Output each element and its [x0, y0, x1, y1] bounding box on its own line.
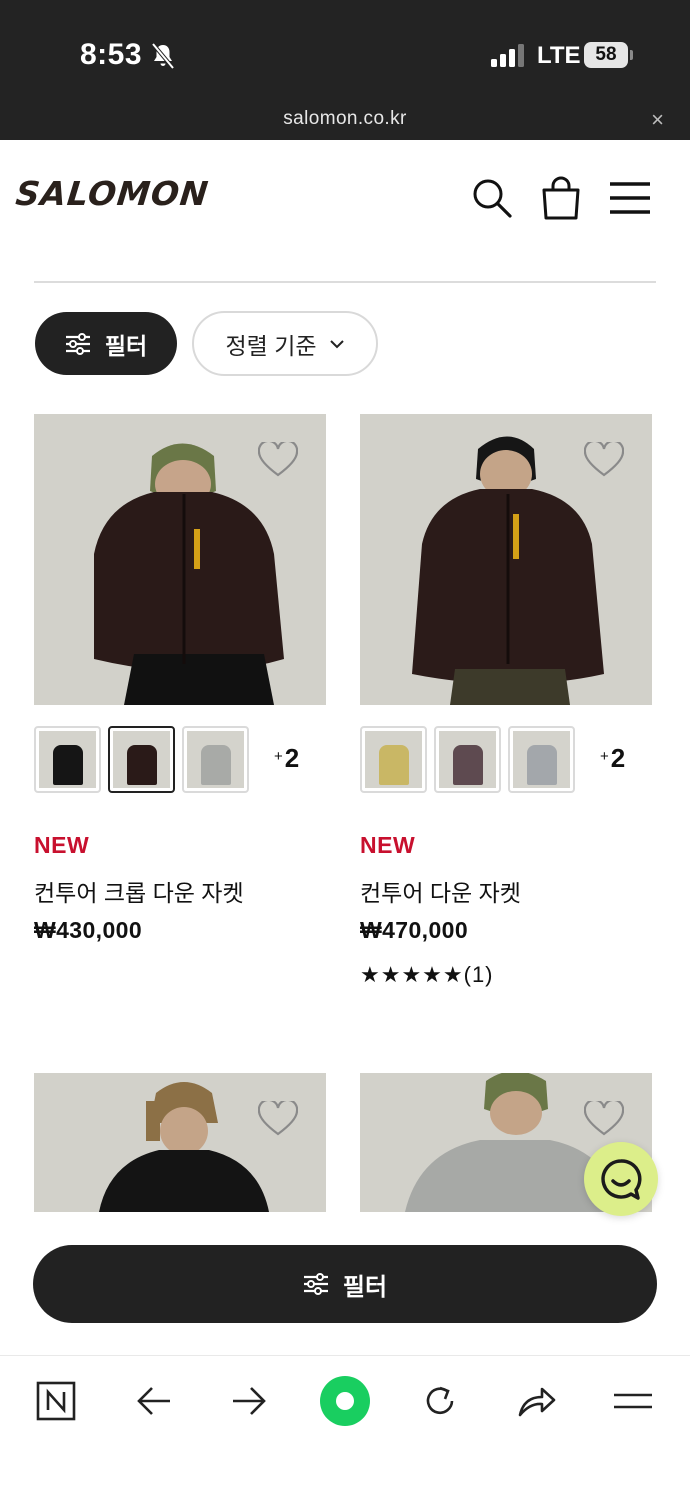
- share-icon[interactable]: [512, 1376, 562, 1426]
- brand-logo[interactable]: SALOMON: [14, 174, 211, 213]
- color-swatch[interactable]: [508, 726, 575, 793]
- battery-indicator: 58: [584, 42, 633, 68]
- product-image[interactable]: [360, 414, 652, 705]
- status-bar: 8:53 LTE 58: [0, 0, 690, 100]
- filter-button[interactable]: 필터: [35, 312, 177, 375]
- site-header: SALOMON: [0, 140, 690, 250]
- color-swatch[interactable]: [182, 726, 249, 793]
- filter-label: 필터: [104, 332, 148, 359]
- naver-n-icon[interactable]: [31, 1376, 81, 1426]
- product-price: ₩470,000: [360, 917, 469, 943]
- browser-nav-bar: [0, 1355, 690, 1500]
- bell-muted-icon: [151, 42, 175, 70]
- more-colors-count[interactable]: +2: [274, 743, 299, 774]
- wishlist-heart-icon[interactable]: [584, 442, 624, 478]
- reload-icon[interactable]: [415, 1376, 465, 1426]
- network-type: LTE: [537, 42, 581, 69]
- color-swatch-selected[interactable]: [108, 726, 175, 793]
- product-name[interactable]: 컨투어 다운 자켓: [360, 874, 521, 908]
- bottom-filter-button[interactable]: 필터: [33, 1245, 657, 1323]
- bag-icon[interactable]: [539, 176, 583, 220]
- search-icon[interactable]: [470, 176, 514, 220]
- status-time: 8:53: [80, 38, 143, 71]
- product-name[interactable]: 컨투어 크롭 다운 자켓: [34, 874, 244, 908]
- back-arrow-icon[interactable]: [129, 1376, 179, 1426]
- sliders-icon: [303, 1273, 328, 1295]
- url-text[interactable]: salomon.co.kr: [0, 108, 690, 130]
- color-swatch[interactable]: [434, 726, 501, 793]
- rating-count: (1): [463, 962, 494, 987]
- menu-icon[interactable]: [608, 176, 652, 220]
- bottom-filter-label: 필터: [342, 1273, 388, 1301]
- product-image[interactable]: [34, 414, 326, 705]
- home-dot-icon[interactable]: [320, 1376, 370, 1426]
- color-swatch[interactable]: [360, 726, 427, 793]
- forward-arrow-icon[interactable]: [224, 1376, 274, 1426]
- menu-icon[interactable]: [608, 1376, 658, 1426]
- product-image[interactable]: [34, 1073, 326, 1212]
- sort-dropdown[interactable]: 정렬 기준: [192, 311, 378, 376]
- color-swatches: +2: [360, 726, 652, 793]
- signal-icon: [491, 44, 524, 67]
- chevron-down-icon: [329, 339, 344, 348]
- rating-stars: ★★★★★: [360, 962, 464, 987]
- chat-button[interactable]: [584, 1142, 658, 1216]
- sort-label: 정렬 기준: [225, 332, 317, 359]
- new-badge: NEW: [34, 832, 90, 858]
- wishlist-heart-icon[interactable]: [258, 1101, 298, 1137]
- product-price: ₩430,000: [34, 917, 143, 943]
- color-swatches: +2: [34, 726, 326, 793]
- product-rating: ★★★★★(1): [360, 962, 494, 988]
- wishlist-heart-icon[interactable]: [584, 1101, 624, 1137]
- chat-icon: [601, 1159, 642, 1200]
- new-badge: NEW: [360, 832, 416, 858]
- jacket-photo: [34, 1073, 326, 1212]
- sliders-icon: [65, 332, 90, 355]
- close-icon[interactable]: ×: [651, 107, 664, 133]
- header-divider: [34, 281, 656, 283]
- color-swatch[interactable]: [34, 726, 101, 793]
- wishlist-heart-icon[interactable]: [258, 442, 298, 478]
- more-colors-count[interactable]: +2: [600, 743, 625, 774]
- url-bar[interactable]: salomon.co.kr ×: [0, 100, 690, 140]
